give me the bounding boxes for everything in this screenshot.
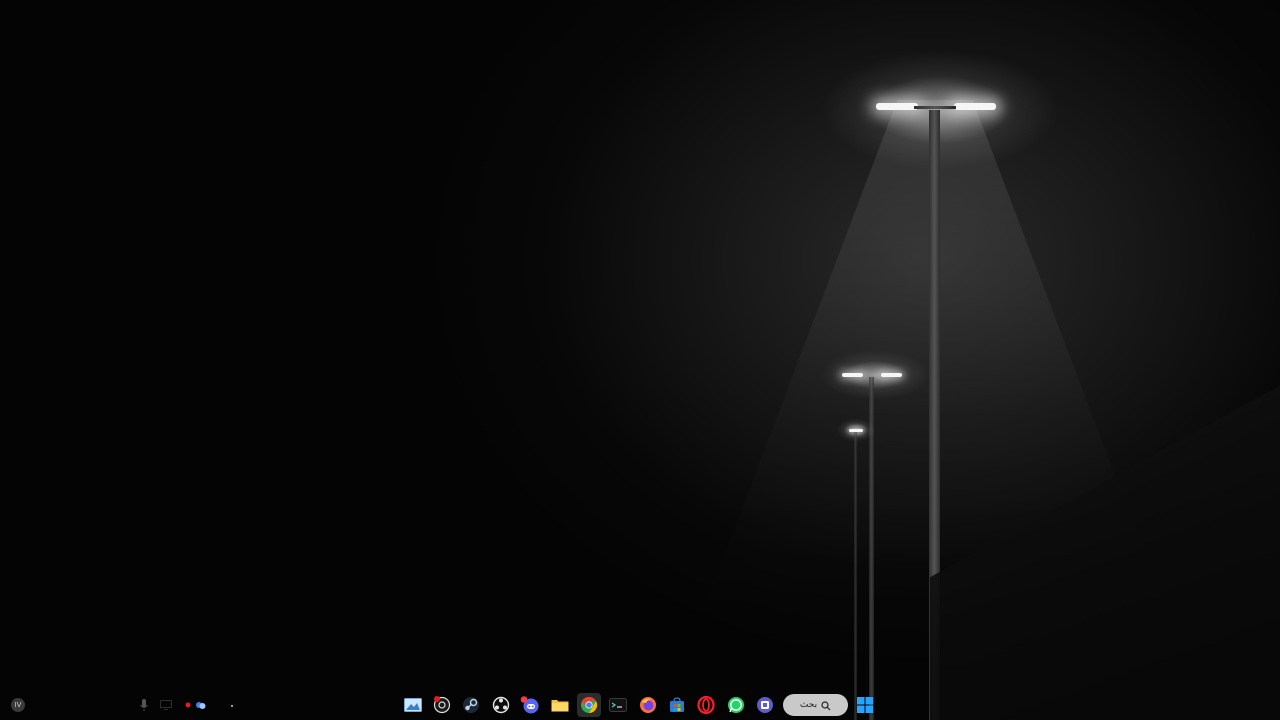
lamp-glow xyxy=(820,50,1060,170)
screen-recorder-app-icon[interactable] xyxy=(430,693,454,717)
firefox-app-icon[interactable] xyxy=(636,693,660,717)
lamp-arm xyxy=(914,106,956,109)
terminal-app-icon[interactable] xyxy=(606,693,630,717)
search-label: بحث xyxy=(799,700,818,710)
lamp-pole-far xyxy=(854,432,857,720)
lamp-head-right xyxy=(954,103,996,110)
search-icon xyxy=(821,696,831,715)
windows-start-icon[interactable] xyxy=(853,693,877,717)
file-explorer-app-icon[interactable] xyxy=(548,693,572,717)
lamp-glow-mid xyxy=(820,350,930,400)
discord-app-icon[interactable] xyxy=(518,693,542,717)
record-indicator-icon[interactable] xyxy=(181,698,195,712)
chrome-app-icon[interactable] xyxy=(577,693,601,717)
obs-app-icon[interactable] xyxy=(489,693,513,717)
lamp-head-mid-right xyxy=(881,373,902,377)
widgets-badge[interactable]: IV xyxy=(11,698,25,712)
desktop-wallpaper xyxy=(0,0,1280,720)
teams-app-icon[interactable] xyxy=(753,693,777,717)
lamp-head-mid-left xyxy=(842,373,863,377)
taskbar-search[interactable]: بحث xyxy=(783,694,848,716)
photos-app-icon[interactable] xyxy=(401,693,425,717)
tray-dot xyxy=(225,698,239,712)
whatsapp-app-icon[interactable] xyxy=(724,693,748,717)
opera-app-icon[interactable] xyxy=(694,693,718,717)
cloud-sync-icon[interactable] xyxy=(194,698,208,712)
microsoft-store-app-icon[interactable] xyxy=(665,693,689,717)
taskbar: IV بحث xyxy=(0,690,1280,720)
steam-app-icon[interactable] xyxy=(459,693,483,717)
display-icon[interactable] xyxy=(159,698,173,712)
microphone-icon[interactable] xyxy=(137,698,151,712)
lamp-head-left xyxy=(876,103,918,110)
